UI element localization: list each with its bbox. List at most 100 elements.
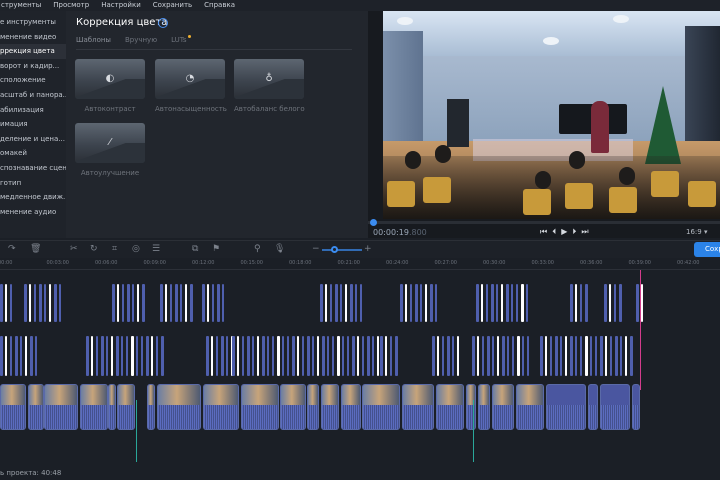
title-clip[interactable]	[101, 336, 104, 376]
title-clip[interactable]	[44, 284, 46, 322]
next-frame-icon[interactable]: ⏵	[572, 227, 576, 237]
title-clip[interactable]	[15, 336, 18, 376]
video-clip[interactable]	[28, 384, 44, 430]
title-clip[interactable]	[610, 336, 612, 376]
title-clip[interactable]	[332, 336, 334, 376]
title-clip[interactable]	[322, 336, 325, 376]
help-icon[interactable]: ?	[158, 18, 168, 28]
title-clip[interactable]	[609, 284, 611, 322]
tool-item[interactable]: менение видео	[0, 30, 66, 45]
title-clip[interactable]	[347, 336, 349, 376]
tool-item[interactable]: готип	[0, 176, 66, 191]
title-clip[interactable]	[287, 336, 289, 376]
title-clip[interactable]	[330, 284, 332, 322]
title-clip[interactable]	[357, 336, 359, 376]
tool-item[interactable]: ворот и кадир...	[0, 59, 66, 74]
title-clip[interactable]	[501, 284, 503, 322]
title-clip[interactable]	[282, 336, 284, 376]
title-clip[interactable]	[512, 336, 514, 376]
title-clip[interactable]	[641, 284, 643, 322]
title-clip[interactable]	[185, 284, 187, 322]
title-clip[interactable]	[385, 336, 387, 376]
adjust-icon[interactable]: ☰	[152, 244, 160, 255]
menu-save[interactable]: Сохранить	[152, 0, 193, 11]
video-clip[interactable]	[362, 384, 400, 430]
title-clip[interactable]	[355, 284, 357, 322]
title-clip[interactable]	[415, 284, 418, 322]
title-clip[interactable]	[585, 336, 588, 376]
title-clip[interactable]	[420, 284, 422, 322]
progress-knob[interactable]	[370, 219, 378, 226]
skip-start-icon[interactable]: ⏮	[540, 227, 547, 237]
title-clip[interactable]	[425, 284, 427, 322]
title-clip[interactable]	[217, 284, 220, 322]
title-clip[interactable]	[202, 284, 205, 322]
title-clip[interactable]	[472, 336, 475, 376]
title-clip[interactable]	[180, 284, 182, 322]
video-clip[interactable]	[341, 384, 361, 430]
zoom-in-icon[interactable]: +	[364, 244, 372, 255]
title-clip[interactable]	[400, 284, 403, 322]
title-clip[interactable]	[507, 336, 509, 376]
title-clip[interactable]	[481, 284, 483, 322]
skip-end-icon[interactable]: ⏭	[581, 227, 588, 237]
video-clip[interactable]	[516, 384, 544, 430]
zoom-slider[interactable]	[322, 249, 362, 251]
title-clip[interactable]	[117, 284, 119, 322]
title-clip[interactable]	[91, 336, 93, 376]
menu-tools[interactable]: струменты	[0, 0, 42, 11]
menu-view[interactable]: Просмотр	[52, 0, 90, 11]
video-clip[interactable]	[588, 384, 598, 430]
title-clip[interactable]	[521, 284, 524, 322]
video-clip[interactable]	[108, 384, 116, 430]
title-clip[interactable]	[350, 284, 353, 322]
title-clip[interactable]	[476, 284, 479, 322]
title-clip[interactable]	[161, 336, 164, 376]
title-clip[interactable]	[487, 336, 490, 376]
title-clip[interactable]	[570, 284, 573, 322]
title-clip[interactable]	[232, 336, 235, 376]
title-clip[interactable]	[54, 284, 57, 322]
title-clip[interactable]	[132, 284, 134, 322]
video-clip[interactable]	[280, 384, 306, 430]
title-clip[interactable]	[34, 284, 36, 322]
title-clip[interactable]	[25, 336, 27, 376]
title-clip[interactable]	[565, 336, 567, 376]
tool-item[interactable]: абилизация	[0, 103, 66, 118]
title-clip[interactable]	[20, 336, 22, 376]
title-clip[interactable]	[247, 336, 250, 376]
title-clip[interactable]	[10, 336, 12, 376]
title-clip[interactable]	[502, 336, 505, 376]
title-clip[interactable]	[614, 284, 616, 322]
title-clip[interactable]	[620, 336, 622, 376]
title-clip[interactable]	[242, 336, 244, 376]
title-clip[interactable]	[206, 336, 209, 376]
rotate-icon[interactable]: ↻	[90, 244, 98, 255]
title-clip[interactable]	[111, 336, 113, 376]
title-clip[interactable]	[307, 336, 310, 376]
video-clip[interactable]	[466, 384, 476, 430]
title-clip[interactable]	[580, 336, 582, 376]
title-clip[interactable]	[96, 336, 98, 376]
title-clip[interactable]	[121, 336, 123, 376]
title-clip[interactable]	[362, 336, 364, 376]
title-clip[interactable]	[131, 336, 134, 376]
title-clip[interactable]	[156, 336, 158, 376]
title-clip[interactable]	[345, 284, 347, 322]
tool-item[interactable]: менение аудио	[0, 205, 66, 220]
tool-item[interactable]: е инструменты	[0, 15, 66, 30]
title-clip[interactable]	[207, 284, 209, 322]
menu-settings[interactable]: Настройки	[100, 0, 142, 11]
title-clip[interactable]	[292, 336, 295, 376]
video-clip[interactable]	[241, 384, 279, 430]
mic-icon[interactable]: 🎙	[274, 244, 285, 255]
title-clip[interactable]	[262, 336, 265, 376]
title-clip[interactable]	[342, 336, 344, 376]
color-icon[interactable]: ◎	[132, 244, 140, 255]
title-clip[interactable]	[29, 284, 31, 322]
title-clip[interactable]	[377, 336, 379, 376]
tool-item[interactable]: медленное движ...	[0, 190, 66, 205]
title-clip[interactable]	[106, 336, 108, 376]
video-clip[interactable]	[44, 384, 78, 430]
title-clip[interactable]	[390, 336, 392, 376]
